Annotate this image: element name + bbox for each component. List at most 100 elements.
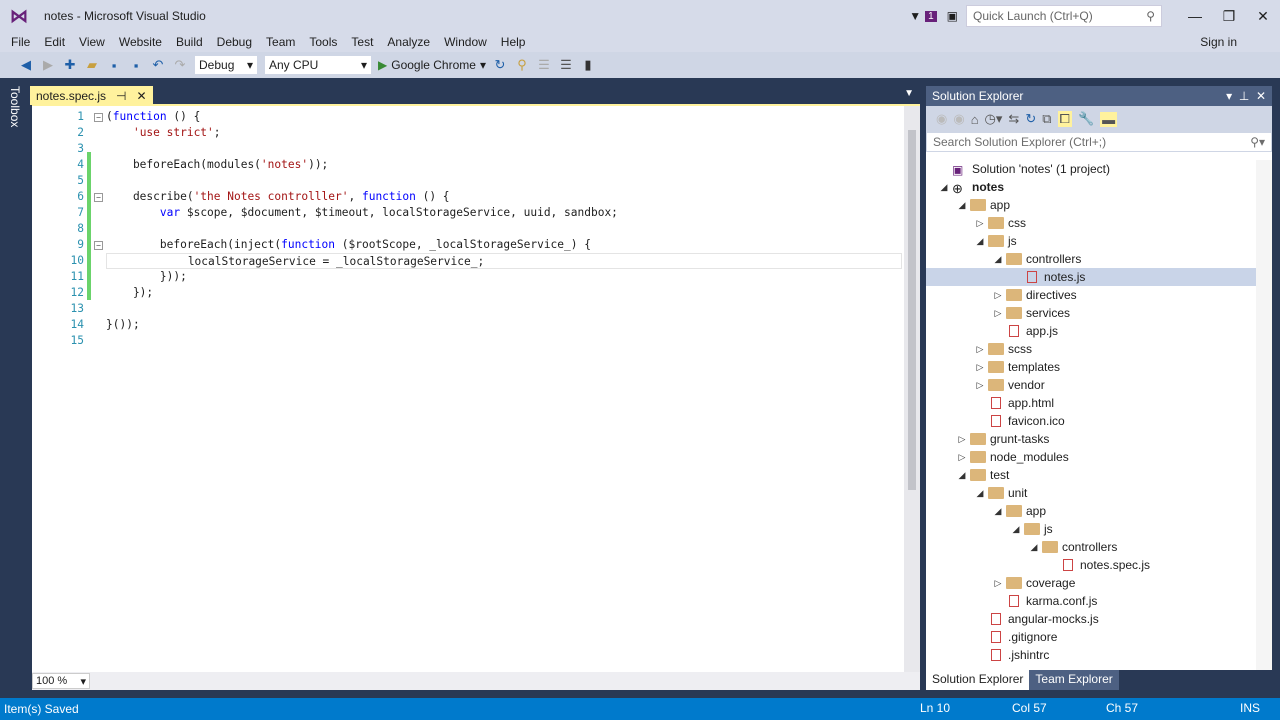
code-line[interactable]: }); bbox=[106, 285, 902, 301]
tree-item[interactable]: ◢ app bbox=[926, 196, 1256, 214]
expand-arrow-icon[interactable]: ◢ bbox=[972, 488, 988, 499]
code-line[interactable]: }()); bbox=[106, 317, 902, 333]
maximize-button[interactable]: ❐ bbox=[1212, 8, 1246, 25]
tree-item[interactable]: ▷ coverage bbox=[926, 574, 1256, 592]
fold-toggle-icon[interactable]: − bbox=[94, 113, 103, 122]
code-line[interactable] bbox=[106, 221, 902, 237]
sync-icon[interactable]: ⇆ bbox=[1008, 111, 1019, 127]
code-line[interactable]: beforeEach(modules('notes')); bbox=[106, 157, 902, 173]
tab-team-explorer[interactable]: Team Explorer bbox=[1029, 670, 1119, 690]
home-icon[interactable]: ⌂ bbox=[971, 112, 979, 127]
refresh-browser-icon[interactable]: ↻ bbox=[492, 57, 508, 73]
expand-arrow-icon[interactable]: ◢ bbox=[954, 470, 970, 481]
tree-item[interactable]: favicon.ico bbox=[926, 412, 1256, 430]
tree-item[interactable]: app.js bbox=[926, 322, 1256, 340]
find-icon[interactable]: ⚲ bbox=[514, 57, 530, 73]
expand-arrow-icon[interactable]: ▷ bbox=[990, 578, 1006, 589]
menu-build[interactable]: Build bbox=[169, 35, 210, 49]
code-line[interactable]: localStorageService = _localStorageServi… bbox=[106, 253, 902, 269]
code-line[interactable]: (function () { bbox=[106, 109, 902, 125]
pending-changes-icon[interactable]: ◷▾ bbox=[985, 111, 1003, 127]
menu-tools[interactable]: Tools bbox=[302, 35, 344, 49]
expand-arrow-icon[interactable]: ▷ bbox=[972, 218, 988, 229]
expand-arrow-icon[interactable]: ◢ bbox=[936, 182, 952, 193]
code-line[interactable] bbox=[106, 301, 902, 317]
expand-arrow-icon[interactable]: ◢ bbox=[1008, 524, 1024, 535]
sign-in-link[interactable]: Sign in bbox=[1193, 35, 1244, 49]
indent-icon[interactable]: ☰ bbox=[536, 57, 552, 73]
tab-notes-spec-js[interactable]: notes.spec.js ⊣ ✕ bbox=[30, 86, 153, 105]
menu-analyze[interactable]: Analyze bbox=[380, 35, 437, 49]
quick-launch-input[interactable]: Quick Launch (Ctrl+Q) ⚲ bbox=[966, 5, 1162, 27]
tree-item[interactable]: ◢ unit bbox=[926, 484, 1256, 502]
menu-file[interactable]: File bbox=[4, 35, 37, 49]
menu-team[interactable]: Team bbox=[259, 35, 302, 49]
bookmark-icon[interactable]: ▮ bbox=[580, 57, 596, 73]
close-tab-icon[interactable]: ✕ bbox=[137, 89, 147, 103]
menu-window[interactable]: Window bbox=[437, 35, 494, 49]
close-icon[interactable]: ✕ bbox=[1256, 89, 1266, 103]
tree-item[interactable]: ◢ controllers bbox=[926, 538, 1256, 556]
redo-icon[interactable]: ↷ bbox=[172, 57, 188, 73]
undo-icon[interactable]: ↶ bbox=[150, 57, 166, 73]
tab-solution-explorer[interactable]: Solution Explorer bbox=[926, 670, 1030, 690]
tree-item[interactable]: notes.js bbox=[926, 268, 1256, 286]
menu-help[interactable]: Help bbox=[494, 35, 533, 49]
tree-item[interactable]: ▷ templates bbox=[926, 358, 1256, 376]
platform-dropdown[interactable]: Any CPU ▾ bbox=[264, 55, 372, 75]
menu-view[interactable]: View bbox=[72, 35, 112, 49]
tree-item[interactable]: ◢ ⊕ notes bbox=[926, 178, 1256, 196]
pin-icon[interactable]: ⊣ bbox=[116, 89, 126, 103]
tree-item[interactable]: ▷ node_modules bbox=[926, 448, 1256, 466]
preview-icon[interactable]: ▬ bbox=[1100, 111, 1118, 127]
open-file-icon[interactable]: ▰ bbox=[84, 57, 100, 73]
save-all-icon[interactable]: ▪ bbox=[128, 57, 144, 73]
tree-scrollbar[interactable] bbox=[1256, 160, 1272, 670]
code-editor[interactable]: 1− (function () {2 'use strict'; 3 4 before… bbox=[32, 104, 920, 674]
tree-item[interactable]: .gitignore bbox=[926, 628, 1256, 646]
menu-edit[interactable]: Edit bbox=[37, 35, 72, 49]
tree-item[interactable]: ◢ js bbox=[926, 232, 1256, 250]
menu-test[interactable]: Test bbox=[344, 35, 380, 49]
dropdown-icon[interactable]: ▾ bbox=[1226, 89, 1232, 103]
expand-arrow-icon[interactable]: ▷ bbox=[972, 344, 988, 355]
tree-item[interactable]: app.html bbox=[926, 394, 1256, 412]
fold-toggle-icon[interactable]: − bbox=[94, 193, 103, 202]
editor-scrollbar[interactable] bbox=[904, 106, 920, 674]
fold-toggle-icon[interactable]: − bbox=[94, 241, 103, 250]
zoom-dropdown[interactable]: 100 % ▾ bbox=[32, 673, 90, 689]
code-line[interactable] bbox=[106, 333, 902, 349]
start-debugging-button[interactable]: ▶ Google Chrome ▾ bbox=[378, 58, 486, 72]
back-icon[interactable]: ◀ bbox=[18, 57, 34, 73]
code-line[interactable] bbox=[106, 141, 902, 157]
tree-item[interactable]: ◢ app bbox=[926, 502, 1256, 520]
close-button[interactable]: ✕ bbox=[1246, 8, 1280, 25]
tree-item[interactable]: ▷ css bbox=[926, 214, 1256, 232]
refresh-icon[interactable]: ↻ bbox=[1025, 111, 1036, 127]
expand-arrow-icon[interactable]: ◢ bbox=[954, 200, 970, 211]
tree-item[interactable]: ▷ scss bbox=[926, 340, 1256, 358]
code-line[interactable]: beforeEach(inject(function ($rootScope, … bbox=[106, 237, 902, 253]
tree-item[interactable]: ▷ directives bbox=[926, 286, 1256, 304]
scroll-thumb[interactable] bbox=[908, 130, 916, 490]
tree-item[interactable]: ▷ services bbox=[926, 304, 1256, 322]
solution-search-input[interactable]: Search Solution Explorer (Ctrl+;) ⚲▾ bbox=[926, 132, 1272, 152]
expand-arrow-icon[interactable]: ▷ bbox=[954, 434, 970, 445]
expand-arrow-icon[interactable]: ◢ bbox=[990, 506, 1006, 517]
forward-icon[interactable]: ◉ bbox=[953, 111, 964, 127]
expand-arrow-icon[interactable]: ▷ bbox=[972, 380, 988, 391]
code-line[interactable]: var $scope, $document, $timeout, localSt… bbox=[106, 205, 902, 221]
tree-item[interactable]: karma.conf.js bbox=[926, 592, 1256, 610]
tree-item[interactable]: ▣ Solution 'notes' (1 project) bbox=[926, 160, 1256, 178]
code-line[interactable] bbox=[106, 173, 902, 189]
minimize-button[interactable]: — bbox=[1178, 8, 1212, 24]
show-all-files-icon[interactable]: ⧠ bbox=[1057, 111, 1072, 127]
comment-icon[interactable]: ☰ bbox=[558, 57, 574, 73]
properties-icon[interactable]: 🔧 bbox=[1078, 111, 1094, 127]
menu-website[interactable]: Website bbox=[112, 35, 169, 49]
back-icon[interactable]: ◉ bbox=[936, 111, 947, 127]
expand-arrow-icon[interactable]: ◢ bbox=[1026, 542, 1042, 553]
collapse-all-icon[interactable]: ⧉ bbox=[1042, 111, 1051, 127]
notification-badge[interactable]: 1 bbox=[925, 10, 937, 22]
tree-item[interactable]: ◢ controllers bbox=[926, 250, 1256, 268]
